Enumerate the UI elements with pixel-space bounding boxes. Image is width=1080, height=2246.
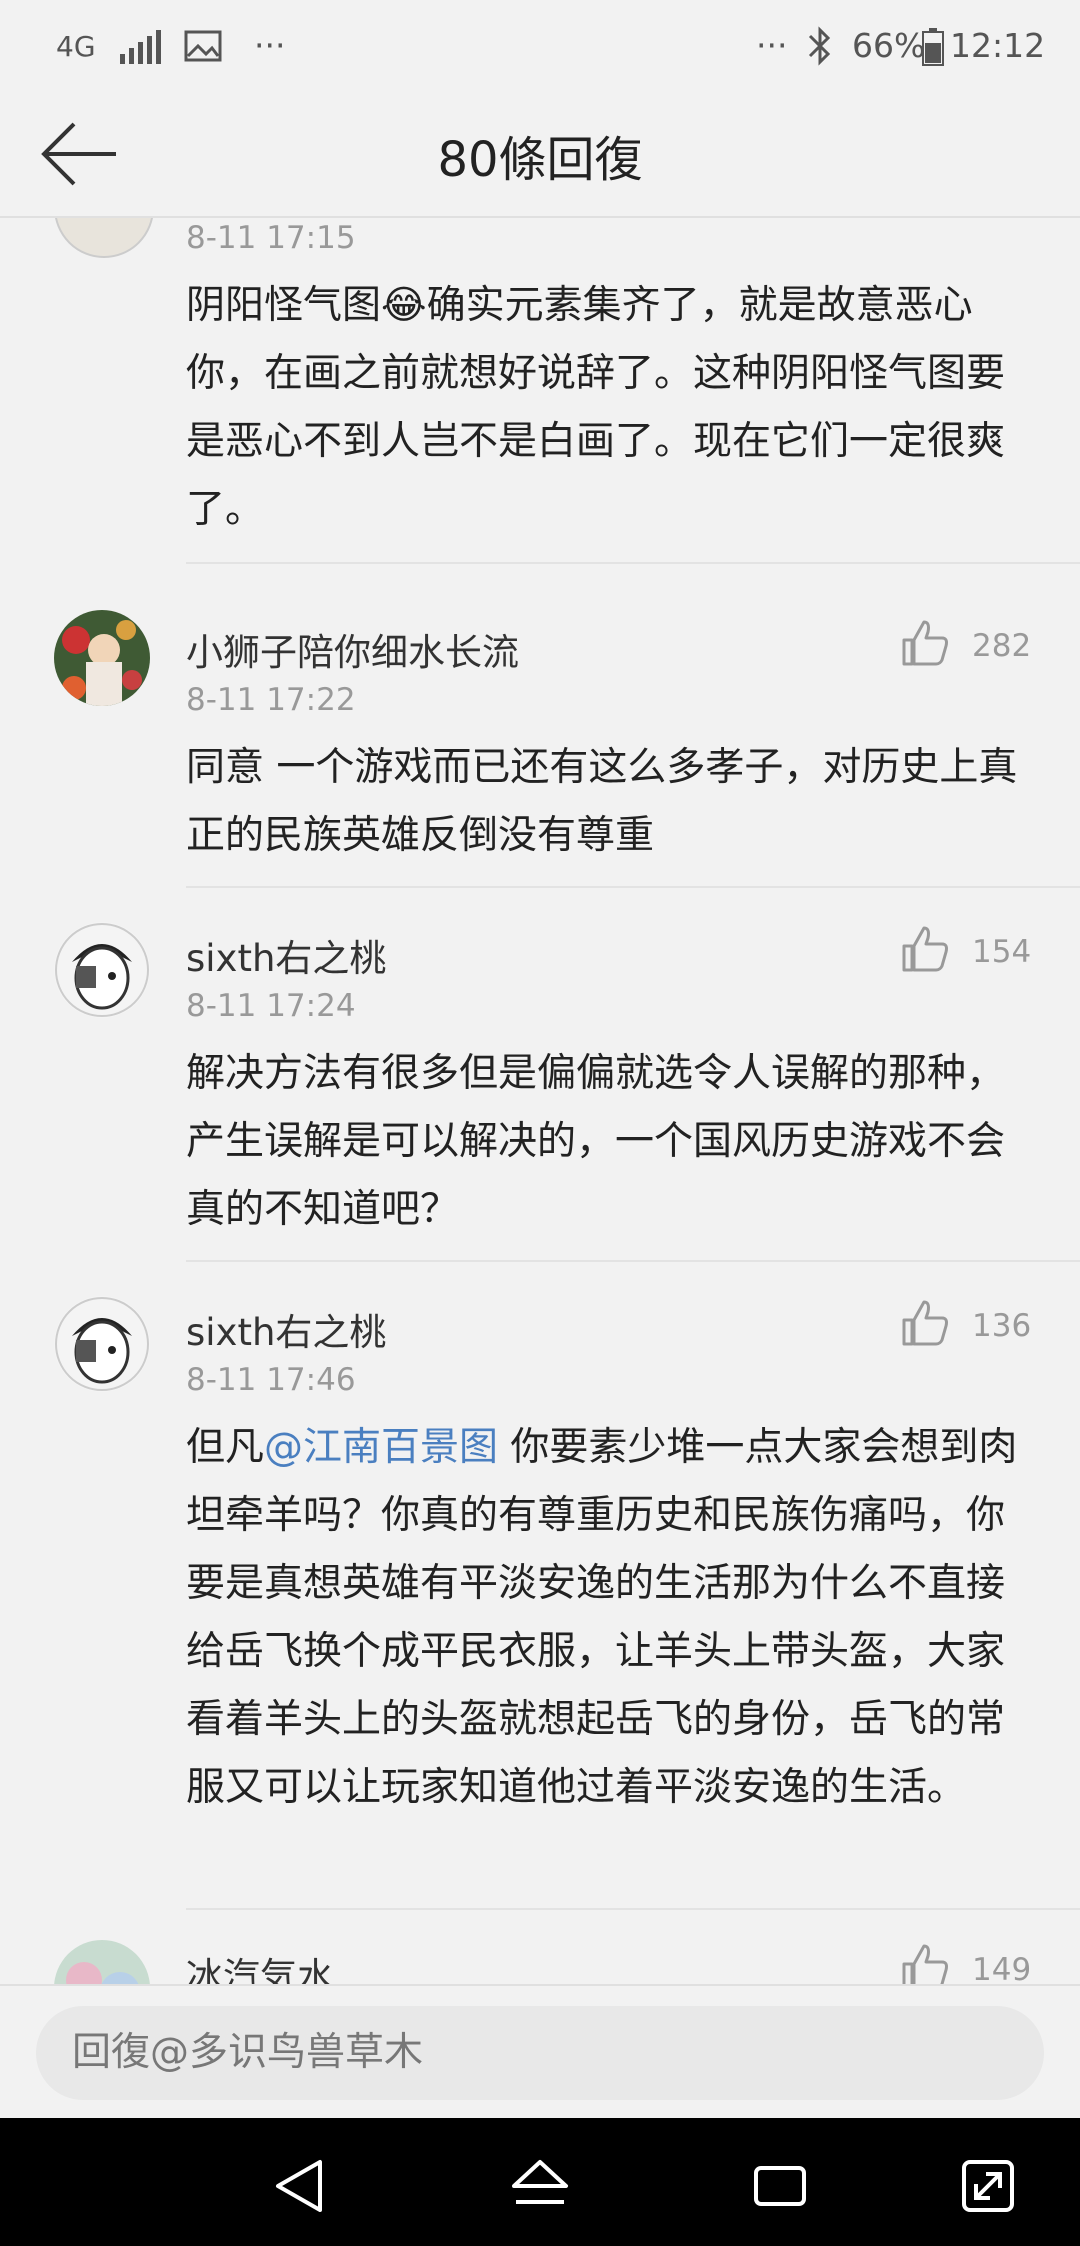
divider [186,1908,1080,1910]
like-count: 282 [972,628,1032,664]
avatar[interactable] [54,922,150,1018]
comment-time: 8-11 17:46 [186,1362,356,1398]
more-status: ··· [756,26,788,65]
comment-author[interactable]: sixth右之桃 [186,928,386,982]
comment-text: 但凡@江南百景图 你要素少堆一点大家会想到肉坦牵羊吗？你真的有尊重历史和民族伤痛… [186,1414,1036,1822]
thumbs-up-icon[interactable] [900,1942,950,1984]
app-header: 80條回復 [0,92,1080,218]
comment-author[interactable]: sixth右之桃 [186,1302,386,1356]
avatar[interactable] [54,1940,150,1984]
thumbs-up-icon[interactable] [900,1298,950,1348]
comment-author[interactable]: 冰汽気水 [186,1946,334,1984]
status-bar: 4G ··· ··· 66% 12:12 [0,0,1080,92]
user-mention-link[interactable]: @江南百景图 [264,1425,498,1470]
reply-input[interactable]: 回復@多识鸟兽草木 [36,2006,1044,2100]
comment-text-prefix: 但凡 [186,1425,265,1470]
bluetooth-icon [808,26,831,66]
battery-icon [922,28,944,66]
like-count: 149 [972,1952,1032,1984]
signal-icon [120,30,161,64]
image-icon [184,30,222,62]
avatar[interactable] [54,1296,150,1392]
comment-time: 8-11 17:22 [186,682,356,718]
thumbs-up-icon[interactable] [900,618,950,668]
comment-text: 阴阳怪气图😂确实元素集齐了，就是故意恶心你，在画之前就想好说辞了。这种阴阳怪气图… [186,283,1006,532]
divider [186,886,1080,888]
like-count: 154 [972,934,1032,970]
divider [186,1260,1080,1262]
battery-percent: 66% [852,26,926,65]
reply-bar: 回復@多识鸟兽草木 [0,1984,1080,2120]
comment-author[interactable]: 小狮子陪你细水长流 [186,622,519,676]
comment-text: 同意 一个游戏而已还有这么多孝子，对历史上真正的民族英雄反倒没有尊重 [186,745,1018,858]
avatar[interactable] [54,610,150,706]
comment-text: 解决方法有很多但是偏偏就选令人误解的那种，产生误解是可以解决的，一个国风历史游戏… [186,1051,1006,1232]
home-icon[interactable] [508,2154,572,2218]
comment-time: 8-11 17:15 [186,220,356,256]
comment-time: 8-11 17:24 [186,988,356,1024]
recents-icon[interactable] [748,2154,812,2218]
clock: 12:12 [950,26,1046,65]
back-triangle-icon[interactable] [268,2154,332,2218]
comment-text-suffix: 你要素少堆一点大家会想到肉坦牵羊吗？你真的有尊重历史和民族伤痛吗，你要是真想英雄… [186,1425,1018,1810]
network-type: 4G [56,30,96,63]
avatar[interactable] [54,218,154,258]
page-title: 80條回復 [437,132,643,188]
comment-list[interactable]: 8-11 17:15 阴阳怪气图😂确实元素集齐了，就是故意恶心你，在画之前就想好… [0,218,1080,1984]
like-count: 136 [972,1308,1032,1344]
system-nav-bar [0,2118,1080,2246]
more-notifications: ··· [254,26,286,65]
divider [186,562,1080,564]
expand-icon[interactable] [956,2154,1020,2218]
thumbs-up-icon[interactable] [900,924,950,974]
